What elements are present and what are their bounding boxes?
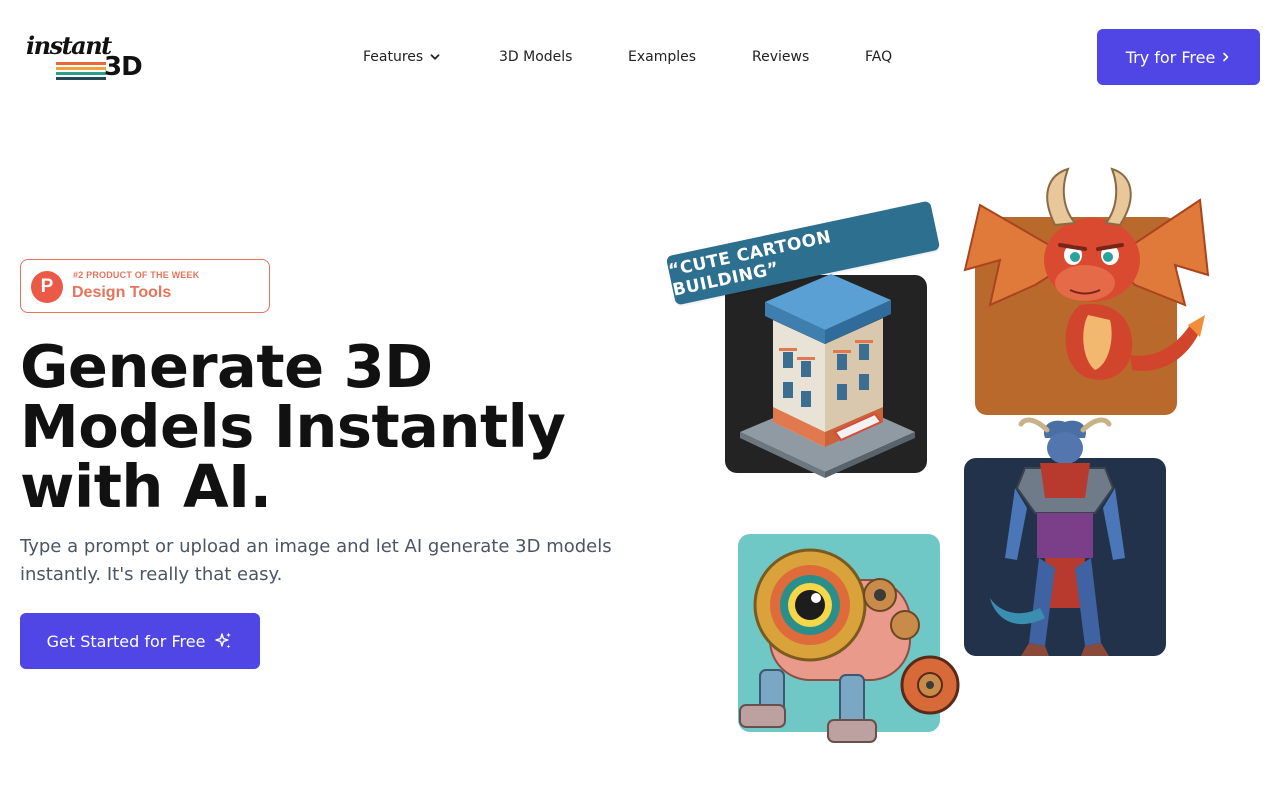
product-hunt-badge[interactable]: P #2 PRODUCT OF THE WEEK Design Tools: [20, 259, 270, 313]
get-started-label: Get Started for Free: [46, 631, 206, 651]
logo-stripe: [56, 77, 106, 80]
nav-item-label: Features: [363, 49, 424, 65]
cartoon-dragon-image: [963, 167, 1210, 380]
logo-stripe: [56, 67, 106, 70]
hero-subtitle: Type a prompt or upload an image and let…: [20, 536, 612, 585]
hero-title: Generate 3D Models Instantly with AI.: [20, 332, 566, 521]
nav-item-reviews[interactable]: Reviews: [752, 47, 809, 67]
badge-title: Design Tools: [72, 284, 172, 301]
sparkles-icon: [215, 632, 232, 649]
nav-item-3d-models[interactable]: 3D Models: [499, 47, 572, 67]
nav-item-label: Examples: [628, 49, 697, 65]
isometric-building-image: [740, 274, 915, 478]
badge-kicker: #2 PRODUCT OF THE WEEK: [73, 270, 200, 280]
try-for-free-button[interactable]: Try for Free: [1097, 29, 1260, 85]
try-for-free-label: Try for Free: [1125, 47, 1216, 67]
chevron-down-icon: [430, 54, 440, 60]
product-hunt-icon: P: [31, 271, 63, 303]
nav-item-faq[interactable]: FAQ: [865, 47, 892, 67]
get-started-button[interactable]: Get Started for Free: [20, 613, 260, 669]
main-nav: Features 3D Models Examples Reviews FAQ: [0, 47, 1280, 67]
nav-item-label: 3D Models: [499, 49, 573, 65]
armored-warrior-image: [990, 417, 1125, 656]
nav-item-examples[interactable]: Examples: [628, 47, 696, 67]
logo-stripe: [56, 72, 106, 75]
robot-creature-image: [739, 548, 960, 743]
nav-item-features[interactable]: Features: [363, 47, 441, 67]
chevron-right-icon: [1223, 52, 1229, 62]
nav-item-label: Reviews: [752, 49, 810, 65]
nav-item-label: FAQ: [865, 49, 893, 65]
